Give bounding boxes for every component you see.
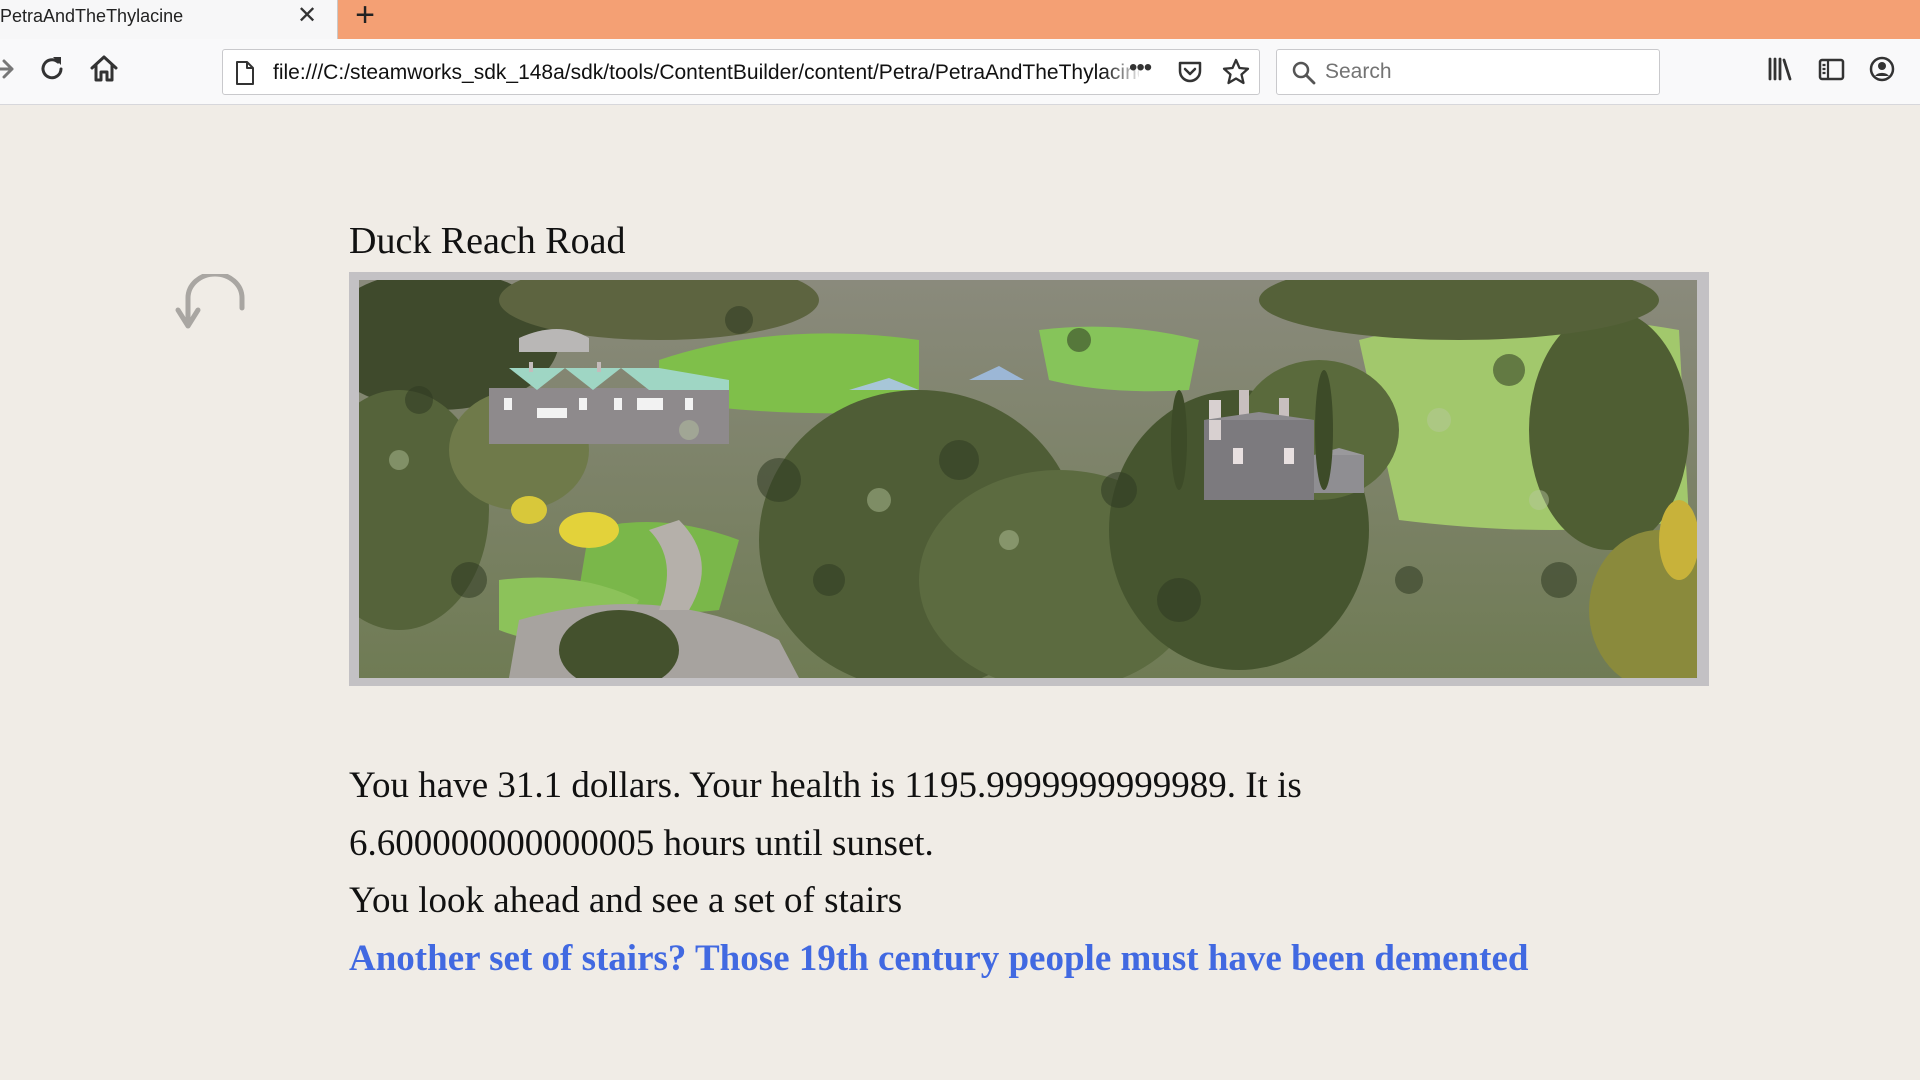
url-text[interactable]: file:///C:/steamworks_sdk_148a/sdk/tools… (273, 61, 1139, 85)
passage-title: Duck Reach Road (349, 220, 626, 262)
page-icon (236, 61, 254, 85)
home-button[interactable] (86, 51, 122, 87)
nav-toolbar: file:///C:/steamworks_sdk_148a/sdk/tools… (0, 39, 1920, 105)
undo-icon[interactable] (174, 274, 254, 340)
sidebar-icon (1818, 58, 1845, 81)
new-tab-button[interactable]: + (350, 0, 380, 32)
forward-button[interactable] (0, 51, 22, 87)
account-icon (1869, 56, 1895, 82)
tab-title: PetraAndTheThylacine (0, 6, 184, 26)
landscape-image (359, 280, 1697, 678)
story-choice-link[interactable]: Another set of stairs? Those 19th centur… (349, 937, 1529, 980)
account-button[interactable] (1864, 51, 1900, 87)
library-icon (1768, 57, 1792, 81)
search-icon (1292, 61, 1316, 85)
search-input[interactable] (1325, 56, 1645, 88)
star-icon[interactable] (1221, 57, 1251, 87)
sidebar-button[interactable] (1813, 51, 1849, 87)
library-button[interactable] (1762, 51, 1798, 87)
arrow-right-icon (0, 59, 14, 79)
description-text: You look ahead and see a set of stairs (349, 880, 903, 921)
location-banner-image (349, 272, 1709, 686)
tab-active[interactable]: PetraAndTheThylacine ✕ (0, 0, 338, 39)
url-bar[interactable]: file:///C:/steamworks_sdk_148a/sdk/tools… (222, 49, 1260, 95)
reload-button[interactable] (34, 51, 70, 87)
search-bar[interactable] (1276, 49, 1660, 95)
home-icon (90, 55, 118, 82)
status-text-line-2: 6.600000000000005 hours until sunset. (349, 823, 934, 864)
pocket-icon[interactable] (1176, 58, 1204, 86)
tab-strip: PetraAndTheThylacine ✕ + (0, 0, 1920, 39)
page-actions-button[interactable]: ••• (1129, 54, 1152, 82)
reload-icon (41, 57, 63, 80)
status-text-line-1: You have 31.1 dollars. Your health is 11… (349, 765, 1302, 806)
close-icon[interactable]: ✕ (295, 4, 319, 28)
